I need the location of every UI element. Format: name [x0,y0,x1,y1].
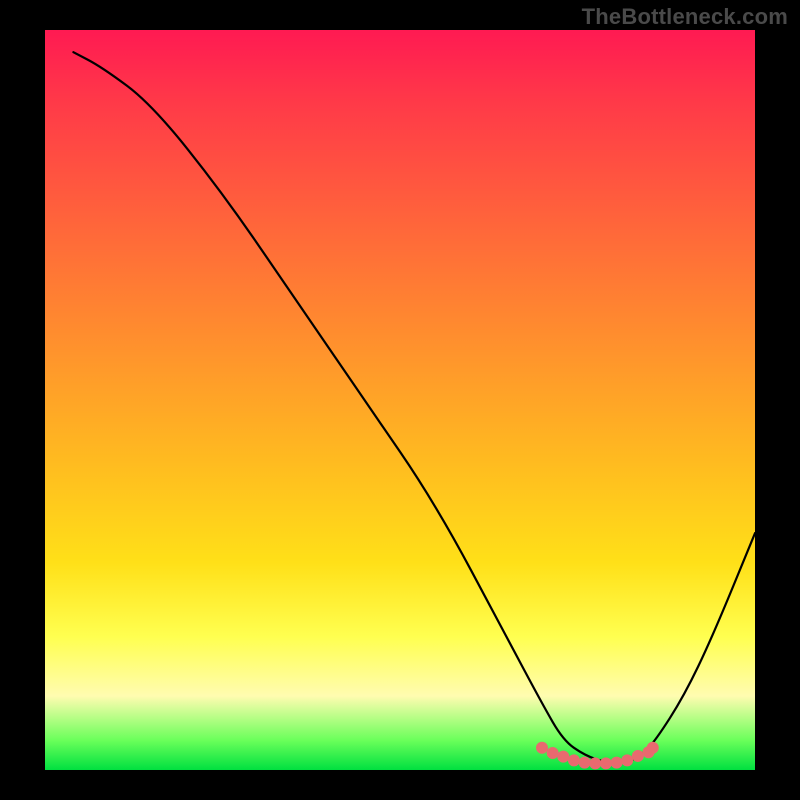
curve-svg [45,30,755,770]
attribution-label: TheBottleneck.com [582,4,788,30]
optimal-range-markers [536,742,659,770]
chart-frame: TheBottleneck.com [0,0,800,800]
plot-area [45,30,755,770]
optimal-marker [568,754,580,766]
optimal-marker [589,757,601,769]
optimal-marker [536,742,548,754]
optimal-marker [557,751,569,763]
optimal-marker [600,757,612,769]
optimal-marker [547,747,559,759]
optimal-marker [647,742,659,754]
bottleneck-curve [73,52,755,762]
optimal-marker [632,750,644,762]
optimal-marker [579,757,591,769]
optimal-marker [621,754,633,766]
optimal-marker [611,757,623,769]
